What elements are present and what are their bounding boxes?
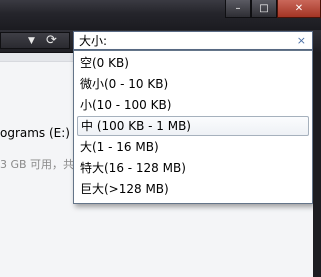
caption-buttons: – □ ✕ — [225, 0, 321, 19]
size-option-huge[interactable]: 特大(16 - 128 MB) — [77, 158, 309, 178]
size-option-medium[interactable]: 中 (100 KB - 1 MB) — [77, 116, 309, 136]
close-button[interactable]: ✕ — [277, 0, 321, 18]
chevron-down-icon[interactable]: ▼ — [28, 32, 35, 50]
address-bar[interactable] — [0, 32, 70, 49]
search-input[interactable]: 大小: × — [73, 31, 313, 50]
window-edge — [313, 52, 321, 277]
size-option-empty[interactable]: 空(0 KB) — [77, 53, 309, 73]
size-option-small[interactable]: 小(10 - 100 KB) — [77, 95, 309, 115]
clear-search-icon[interactable]: × — [297, 33, 306, 49]
size-option-tiny[interactable]: 微小(0 - 10 KB) — [77, 74, 309, 94]
size-option-gigantic[interactable]: 巨大(>128 MB) — [77, 179, 309, 199]
minimize-button[interactable]: – — [225, 0, 251, 18]
title-bar: – □ ✕ — [0, 0, 321, 30]
size-filter-dropdown: 空(0 KB) 微小(0 - 10 KB) 小(10 - 100 KB) 中 (… — [73, 50, 313, 204]
maximize-button[interactable]: □ — [251, 0, 277, 18]
drive-free-space: 3 GB 可用，共 — [0, 158, 75, 171]
refresh-icon[interactable]: ⟳ — [46, 32, 57, 50]
search-text: 大小: — [79, 34, 108, 48]
column-header — [0, 53, 74, 62]
size-option-large[interactable]: 大(1 - 16 MB) — [77, 137, 309, 157]
drive-label[interactable]: ograms (E:) — [0, 126, 70, 140]
